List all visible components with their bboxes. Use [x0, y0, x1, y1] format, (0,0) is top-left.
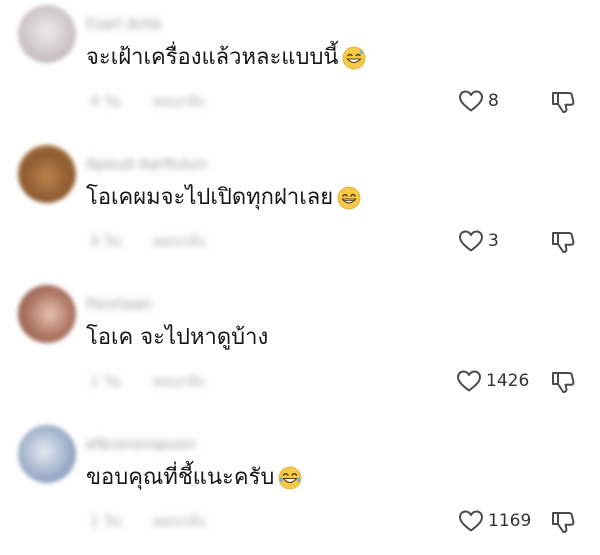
comment-item: eNconsnspuon ขอบคุณที่ชี้แนะครับ 1 วัน ต… [0, 425, 600, 555]
comment-time: 1 วัน [90, 514, 121, 530]
comment-meta: 1 วัน ตอบกลับ [86, 511, 206, 533]
like-button[interactable]: 1169 [458, 509, 531, 533]
like-count: 1169 [488, 511, 532, 531]
comment-text: จะเฝ้าเครื่องแล้วหละแบบนี้ [86, 43, 366, 73]
comment-text-content: จะเฝ้าเครื่องแล้วหละแบบนี้ [86, 45, 339, 70]
comment-meta: 4 วัน ตอบกลับ [86, 91, 206, 113]
heart-icon [459, 510, 483, 532]
comment-username[interactable]: Apoud Aarltulun [86, 155, 207, 173]
comment-item: Apoud Aarltulun โอเคผมจะไปเปิดทุกฝาเลย 4… [0, 145, 600, 275]
comment-item: Fsarl Ante จะเฝ้าเครื่องแล้วหละแบบนี้ 4 … [0, 5, 600, 135]
comment-text-content: โอเคผมจะไปเปิดทุกฝาเลย [86, 185, 334, 210]
like-button[interactable]: 8 [458, 89, 499, 113]
joy-emoji-icon [278, 466, 302, 490]
comment-time: 4 วัน [90, 94, 121, 110]
avatar[interactable] [18, 145, 76, 203]
like-button[interactable]: 3 [458, 229, 499, 253]
comment-text-content: โอเค จะไปหาดูบ้าง [86, 325, 269, 350]
thumbs-down-icon[interactable] [550, 89, 576, 115]
like-count: 8 [488, 91, 499, 111]
comment-text: โอเค จะไปหาดูบ้าง [86, 323, 268, 353]
comment-username[interactable]: eNconsnspuon [86, 435, 196, 453]
comment-meta: 4 วัน ตอบกลับ [86, 231, 206, 253]
comment-username[interactable]: Ponrlaan [86, 295, 151, 313]
comment-text-content: ขอบคุณที่ชี้แนะครับ [86, 465, 275, 490]
comment-time: 1 วัน [90, 374, 121, 390]
comment-item: Ponrlaan โอเค จะไปหาดูบ้าง 1 วัน ตอบกลับ… [0, 285, 600, 415]
avatar[interactable] [18, 285, 76, 343]
thumbs-down-icon[interactable] [550, 509, 576, 535]
sweat-smile-emoji-icon [343, 46, 366, 70]
heart-icon [457, 370, 481, 392]
grin-emoji-icon [337, 186, 361, 210]
reply-button[interactable]: ตอบกลับ [153, 234, 205, 250]
comment-text: ขอบคุณที่ชี้แนะครับ [86, 463, 302, 493]
reply-button[interactable]: ตอบกลับ [153, 374, 205, 390]
comment-username[interactable]: Fsarl Ante [86, 15, 162, 33]
reply-button[interactable]: ตอบกลับ [153, 514, 205, 530]
thumbs-down-icon[interactable] [550, 229, 576, 255]
comment-time: 4 วัน [90, 234, 121, 250]
avatar[interactable] [18, 425, 76, 483]
like-button[interactable]: 1426 [456, 369, 529, 393]
thumbs-down-icon[interactable] [550, 369, 576, 395]
avatar[interactable] [18, 5, 76, 63]
reply-button[interactable]: ตอบกลับ [153, 94, 205, 110]
comment-text: โอเคผมจะไปเปิดทุกฝาเลย [86, 183, 361, 213]
heart-icon [459, 230, 483, 252]
like-count: 3 [488, 231, 499, 251]
heart-icon [459, 90, 483, 112]
like-count: 1426 [486, 371, 530, 391]
comment-meta: 1 วัน ตอบกลับ [86, 371, 206, 393]
